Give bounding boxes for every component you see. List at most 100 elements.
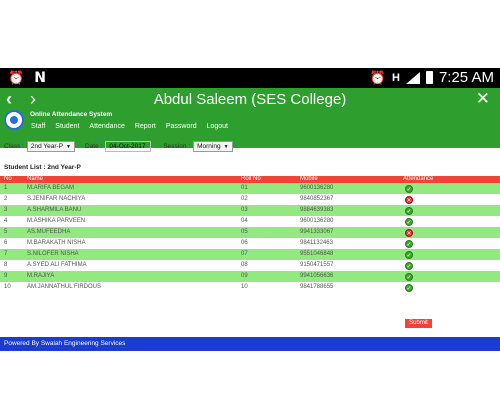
present-check-icon[interactable]: ✓ [405,218,413,226]
table-row: 3 A.SHARMILA BANU 03 9884639383 ✓ [0,205,500,216]
row-mobile: 9600136280 [300,218,334,224]
row-mobile: 9841788655 [300,284,334,290]
row-mobile: 9600136280 [300,185,334,191]
row-name: M.BARAKATH NISHA [27,240,86,246]
menu-item-student[interactable]: Student [55,123,79,130]
table-row: 7 S.NILOFER NISHA 07 9551046848 ✓ [0,249,500,260]
row-roll: 07 [241,251,248,257]
row-no: 5 [4,229,8,235]
student-list-title: Student List : 2nd Year-P [4,164,81,171]
row-name: AS.MUFEEDHA [27,229,71,235]
row-no: 9 [4,273,8,279]
row-no: 4 [4,218,8,224]
row-mobile: 9840852367 [300,196,334,202]
row-no: 8 [4,262,8,268]
absent-cross-icon[interactable]: ✕ [405,196,413,204]
college-logo [4,110,24,130]
session-value: Morning [197,143,221,150]
present-check-icon[interactable]: ✓ [405,240,413,248]
table-row: 1 M.ARIFA BEGAM 01 9600136280 ✓ [0,183,500,194]
row-no: 3 [4,207,8,213]
table-row: 4 M.ASHIKA PARVEEN 04 9600136280 ✓ [0,216,500,227]
row-roll: 02 [241,196,248,202]
row-mobile: 9551046848 [300,251,334,257]
present-check-icon[interactable]: ✓ [405,185,413,193]
date-label: Date : [85,143,103,150]
row-name: A.SHARMILA BANU [27,207,82,213]
present-check-icon[interactable]: ✓ [405,251,413,259]
row-no: 2 [4,196,8,202]
alarm-icon: ⏰ [8,70,25,85]
row-no: 10 [4,284,11,290]
system-name: Online Attendance System [30,111,113,118]
table-row: 5 AS.MUFEEDHA 05 9941333067 ✕ [0,227,500,238]
page-title: Abdul Saleem (SES College) [153,91,347,108]
filter-bar: Class : 2nd Year-P ▼ Date : 04-Oct-2017 S… [4,141,237,152]
menu-item-report[interactable]: Report [135,123,156,130]
row-name: S.NILOFER NISHA [27,251,79,257]
row-roll: 01 [241,185,248,191]
n-app-icon: N [34,70,46,86]
class-value: 2nd Year-P [30,143,64,150]
present-check-icon[interactable]: ✓ [405,262,413,270]
row-name: A.SYED ALI FATHIMA [27,262,87,268]
class-select[interactable]: 2nd Year-P ▼ [26,141,75,152]
row-roll: 08 [241,262,248,268]
row-name: M.ARIFA BEGAM [27,185,75,191]
present-check-icon[interactable]: ✓ [405,207,413,215]
battery-icon [425,71,433,84]
menu-item-password[interactable]: Password [166,123,197,130]
row-no: 1 [4,185,8,191]
present-check-icon[interactable]: ✓ [405,273,413,281]
row-roll: 06 [241,240,248,246]
table-row: 10 AM.JANNATHUL FIRDOUS 10 9841788655 ✓ [0,282,500,293]
present-check-icon[interactable]: ✓ [405,284,413,292]
row-mobile: 9150471557 [300,262,334,268]
absent-cross-icon[interactable]: ✕ [405,229,413,237]
submit-button[interactable]: Submit [405,319,432,328]
table-header: No Name Roll No Mobile Attendance [0,176,500,183]
row-name: M.ASHIKA PARVEEN [27,218,86,224]
network-type: H [392,71,400,84]
session-select[interactable]: Morning ▼ [193,141,233,152]
row-mobile: 9884639383 [300,207,334,213]
row-mobile: 9841132463 [300,240,333,246]
chevron-down-icon: ▼ [223,144,229,150]
footer: Powered By Swalah Engineering Services [0,337,500,351]
menu-item-staff[interactable]: Staff [31,123,45,130]
row-roll: 04 [241,218,248,224]
row-roll: 09 [241,273,248,279]
header-name: Name [27,176,44,182]
row-no: 7 [4,251,8,257]
row-name: M.RAJIYA [27,273,55,279]
close-icon[interactable]: ✕ [476,89,490,109]
session-label: Session : [163,143,191,150]
alarm-icon-right: ⏰ [369,69,386,85]
menu-item-logout[interactable]: Logout [207,123,228,130]
row-roll: 03 [241,207,248,213]
date-input[interactable]: 04-Oct-2017 [105,141,152,152]
table-row: 8 A.SYED ALI FATHIMA 08 9150471557 ✓ [0,260,500,271]
row-roll: 10 [241,284,248,290]
row-mobile: 9941333067 [300,229,334,235]
table-row: 2 S.JENIFAR NACHIYA 02 9840852367 ✕ [0,194,500,205]
menu-item-attendance[interactable]: Attendance [89,123,124,130]
header-roll: Roll No [241,176,261,182]
clock: 7:25 AM [438,69,494,86]
signal-icon [405,71,420,84]
status-bar: ⏰ N ⏰ H 7:25 AM [0,68,500,88]
class-label: Class : [4,143,24,150]
row-name: S.JENIFAR NACHIYA [27,196,86,202]
app-bar: ‹ › Abdul Saleem (SES College) ✕ Online … [0,88,500,148]
header-no: No [4,176,12,182]
header-mobile: Mobile [300,176,318,182]
table-row: 9 M.RAJIYA 09 9941056636 ✓ [0,271,500,282]
row-roll: 05 [241,229,248,235]
row-name: AM.JANNATHUL FIRDOUS [27,284,102,290]
row-mobile: 9941056636 [300,273,334,279]
row-no: 6 [4,240,8,246]
table-row: 6 M.BARAKATH NISHA 06 9841132463 ✓ [0,238,500,249]
chevron-down-icon: ▼ [66,144,71,150]
header-attendance: Attendance [403,176,434,182]
attendance-table: No Name Roll No Mobile Attendance 1 M.ARI… [0,176,500,293]
